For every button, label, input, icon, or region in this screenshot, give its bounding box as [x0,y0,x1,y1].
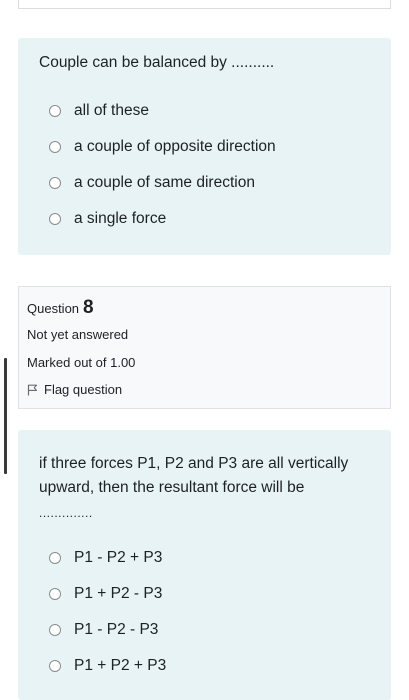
question-word: Question [27,301,80,316]
flag-question-label: Flag question [44,382,123,397]
question-8-info: Question 8 Not yet answered Marked out of… [18,286,391,409]
question-7-option-3[interactable]: a couple of same direction [49,172,255,194]
radio-button[interactable] [49,552,61,564]
flag-icon [27,384,38,395]
answer-blank: .............. [39,506,93,520]
question-8-option-2[interactable]: P1 + P2 - P3 [49,583,162,605]
question-8-formulation: if three forces P1, P2 and P3 are all ve… [18,430,391,700]
option-label: P1 - P2 - P3 [74,621,159,638]
radio-button[interactable] [49,177,61,189]
question-7-option-2[interactable]: a couple of opposite direction [49,136,276,158]
option-label: a couple of opposite direction [74,138,276,155]
question-8-option-4[interactable]: P1 + P2 + P3 [49,655,166,677]
question-8-text: if three forces P1, P2 and P3 are all ve… [39,455,349,496]
question-8-option-3[interactable]: P1 - P2 - P3 [49,619,158,641]
question-7-formulation: Couple can be balanced by .......... all… [18,38,391,255]
option-label: P1 - P2 + P3 [74,549,163,566]
radio-button[interactable] [49,588,61,600]
radio-button[interactable] [49,141,61,153]
question-7-option-1[interactable]: all of these [49,100,149,122]
question-title: Question 8 [27,297,94,319]
radio-button[interactable] [49,660,61,672]
option-label: P1 + P2 - P3 [74,585,163,602]
option-label: all of these [74,102,149,119]
question-number: 8 [83,297,94,318]
question-7-text: Couple can be balanced by .......... [39,54,275,71]
flag-question-link[interactable]: Flag question [27,382,122,397]
quiz-page: Couple can be balanced by .......... all… [0,0,409,700]
option-label: a single force [74,210,167,227]
scroll-indicator[interactable] [4,358,7,474]
radio-button[interactable] [49,624,61,636]
option-label: P1 + P2 + P3 [74,657,167,674]
previous-question-box [18,0,391,9]
radio-button[interactable] [49,213,61,225]
question-7-option-4[interactable]: a single force [49,208,166,230]
question-8-option-1[interactable]: P1 - P2 + P3 [49,547,162,569]
question-state: Not yet answered [27,327,129,342]
question-grade: Marked out of 1.00 [27,355,136,370]
option-label: a couple of same direction [74,174,255,191]
radio-button[interactable] [49,105,61,117]
